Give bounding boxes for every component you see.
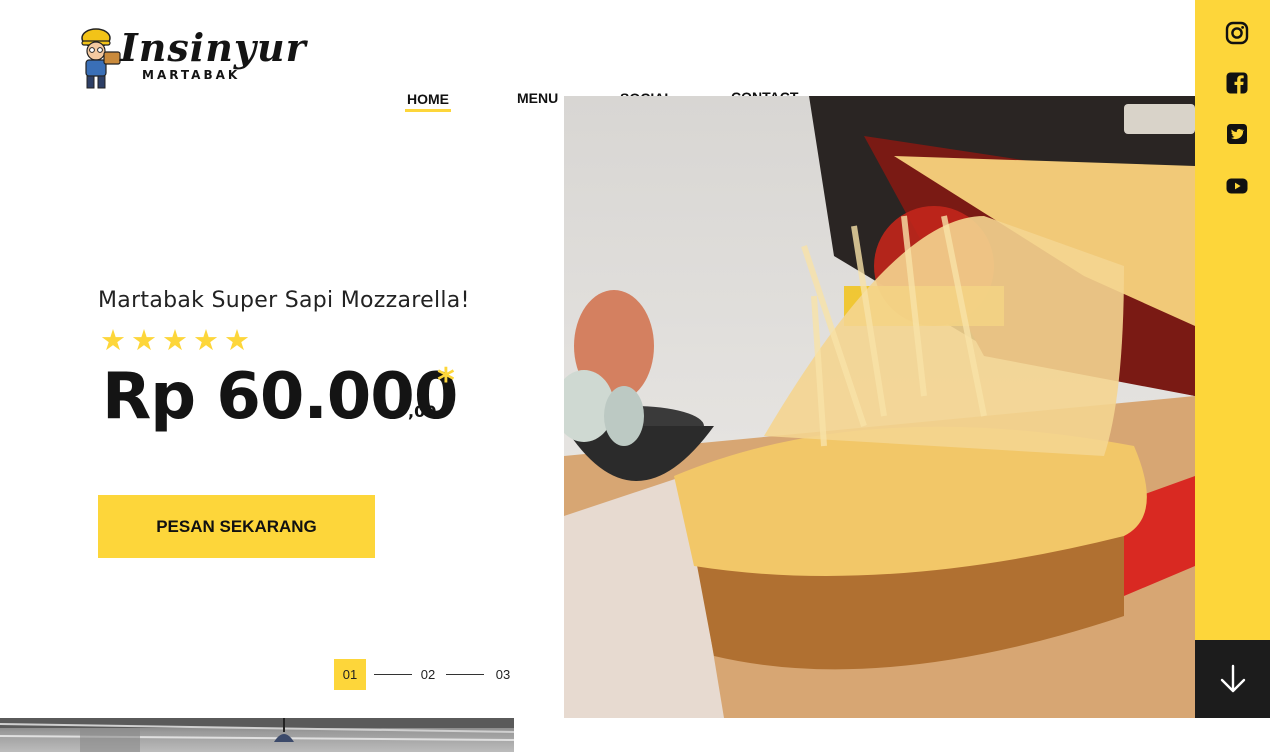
star-icon: ★ (131, 323, 157, 357)
price-cents: ,00 (408, 402, 437, 421)
order-now-button[interactable]: PESAN SEKARANG (98, 495, 375, 558)
facebook-icon[interactable] (1225, 71, 1249, 95)
slide-indicator-2[interactable]: 02 (416, 659, 440, 690)
twitter-icon[interactable] (1225, 122, 1249, 146)
hero-image (564, 96, 1195, 718)
engineer-mascot-icon (81, 28, 121, 89)
slide-indicator-3[interactable]: 03 (491, 659, 515, 690)
scroll-down-button[interactable] (1195, 640, 1270, 718)
pager-divider (446, 674, 484, 675)
logo-subtitle: MARTABAK (142, 68, 241, 82)
pager-divider (374, 674, 412, 675)
instagram-icon[interactable] (1225, 21, 1249, 45)
nav-menu[interactable]: MENU (517, 90, 558, 106)
price-asterisk: * (437, 361, 455, 401)
youtube-icon[interactable] (1225, 174, 1249, 198)
logo-wordmark: Insinyur (120, 25, 307, 70)
logo[interactable]: Insinyur MARTABAK (78, 24, 306, 92)
product-name: Martabak Super Sapi Mozzarella! (98, 288, 470, 313)
star-icon: ★ (162, 323, 188, 357)
store-photo (0, 718, 514, 752)
star-icon: ★ (100, 323, 126, 357)
slide-indicator-1[interactable]: 01 (334, 659, 366, 690)
star-rating: ★ ★ ★ ★ ★ (100, 322, 250, 358)
product-price: Rp 60.000 (102, 360, 458, 434)
star-icon: ★ (193, 323, 219, 357)
nav-home[interactable]: HOME (405, 91, 451, 112)
social-sidebar (1195, 0, 1270, 640)
star-icon: ★ (224, 323, 250, 357)
arrow-down-icon (1220, 664, 1245, 693)
